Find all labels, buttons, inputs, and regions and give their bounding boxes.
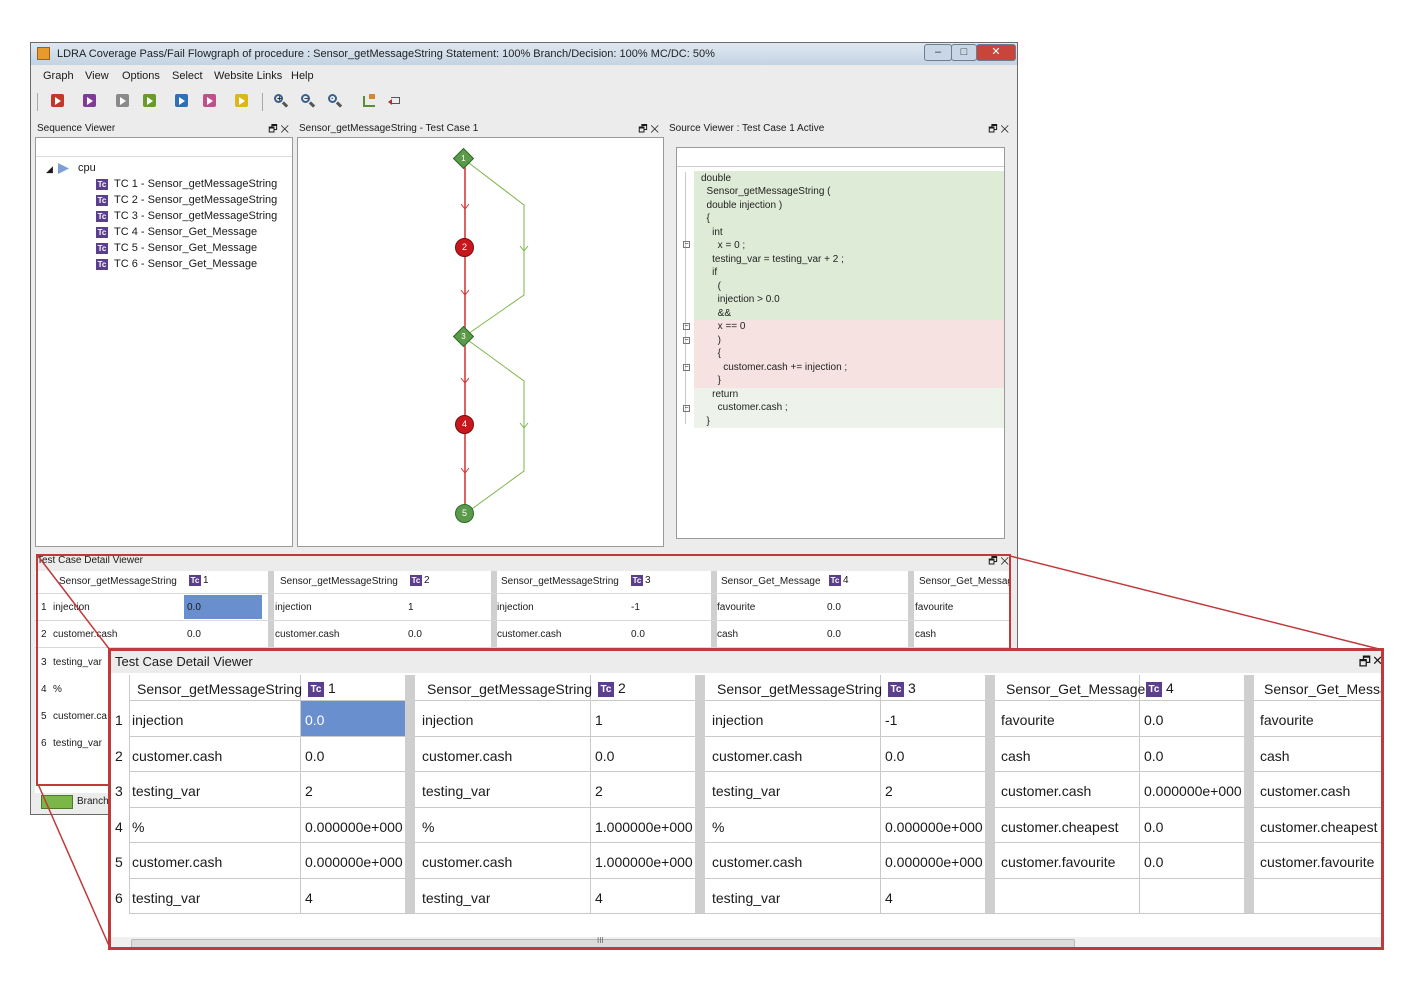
- cell[interactable]: testing_var: [422, 890, 490, 906]
- cell[interactable]: -1: [885, 712, 897, 728]
- row-number: 2: [115, 748, 123, 764]
- cell[interactable]: customer.cash: [1001, 783, 1091, 799]
- cell[interactable]: favourite: [1001, 712, 1055, 728]
- row-number: 1: [115, 712, 123, 728]
- cell[interactable]: customer.favourite: [1260, 854, 1374, 870]
- cell[interactable]: 0.0: [1144, 819, 1163, 835]
- cell[interactable]: %: [422, 819, 434, 835]
- row-number: 3: [115, 783, 123, 799]
- tc-detail-zoom: Test Case Detail Viewer 🗗 ✕ Sensor_getMe…: [108, 648, 1384, 950]
- tc-detail-header: Test Case Detail Viewer 🗗 ✕: [111, 651, 1381, 673]
- cell[interactable]: injection: [132, 712, 183, 728]
- column-header[interactable]: Sensor_getMessageString: [717, 681, 882, 697]
- cell[interactable]: %: [712, 819, 724, 835]
- cell[interactable]: customer.favourite: [1001, 854, 1115, 870]
- tc-detail-title: Test Case Detail Viewer: [115, 654, 253, 669]
- close-icon[interactable]: ✕: [1372, 653, 1381, 669]
- cell[interactable]: customer.cash: [1260, 783, 1350, 799]
- cell[interactable]: testing_var: [712, 783, 780, 799]
- cell[interactable]: cash: [1260, 748, 1290, 764]
- cell[interactable]: testing_var: [422, 783, 490, 799]
- cell[interactable]: 4: [305, 890, 313, 906]
- cell[interactable]: favourite: [1260, 712, 1314, 728]
- tc-badge: Tc 3: [888, 680, 916, 697]
- cell[interactable]: 0.000000e+000: [305, 819, 403, 835]
- cell-selected[interactable]: 0.0: [305, 712, 324, 728]
- cell[interactable]: 0.000000e+000: [1144, 783, 1242, 799]
- tc-badge: Tc 1: [308, 680, 336, 697]
- test-case-icon: Tc: [598, 681, 614, 697]
- cell[interactable]: customer.cash: [132, 854, 222, 870]
- column-header[interactable]: Sensor_Get_Messag: [1264, 681, 1381, 697]
- cell[interactable]: 2: [595, 783, 603, 799]
- horizontal-scrollbar[interactable]: III: [111, 936, 1381, 947]
- cell[interactable]: 0.0: [595, 748, 614, 764]
- cell[interactable]: customer.cash: [132, 748, 222, 764]
- column-header[interactable]: Sensor_getMessageString: [427, 681, 592, 697]
- cell[interactable]: testing_var: [132, 890, 200, 906]
- cell[interactable]: customer.cash: [712, 854, 802, 870]
- cell[interactable]: 2: [885, 783, 893, 799]
- cell[interactable]: 1.000000e+000: [595, 819, 693, 835]
- row-number: 4: [115, 819, 123, 835]
- test-case-icon: Tc: [1146, 681, 1162, 697]
- cell[interactable]: 4: [595, 890, 603, 906]
- scroll-grip: III: [597, 936, 604, 945]
- cell[interactable]: testing_var: [712, 890, 780, 906]
- cell[interactable]: injection: [712, 712, 763, 728]
- tc-badge: Tc 2: [598, 680, 626, 697]
- cell[interactable]: customer.cash: [422, 854, 512, 870]
- cell[interactable]: customer.cash: [422, 748, 512, 764]
- cell[interactable]: 4: [885, 890, 893, 906]
- cell[interactable]: 2: [305, 783, 313, 799]
- cell[interactable]: 0.000000e+000: [305, 854, 403, 870]
- cell[interactable]: 0.0: [1144, 748, 1163, 764]
- cell[interactable]: testing_var: [132, 783, 200, 799]
- column-header[interactable]: Sensor_Get_Message: [1006, 681, 1145, 697]
- restore-icon[interactable]: 🗗: [1359, 653, 1371, 675]
- tc-badge: Tc 4: [1146, 680, 1174, 697]
- row-number: 5: [115, 854, 123, 870]
- cell[interactable]: customer.cheapest: [1001, 819, 1119, 835]
- cell[interactable]: cash: [1001, 748, 1031, 764]
- test-case-icon: Tc: [888, 681, 904, 697]
- row-number: 6: [115, 890, 123, 906]
- cell[interactable]: %: [132, 819, 144, 835]
- cell[interactable]: customer.cash: [712, 748, 802, 764]
- cell[interactable]: customer.cheapest: [1260, 819, 1378, 835]
- test-case-icon: Tc: [308, 681, 324, 697]
- cell[interactable]: 0.0: [1144, 854, 1163, 870]
- cell[interactable]: 0.0: [885, 748, 904, 764]
- cell[interactable]: 0.000000e+000: [885, 854, 983, 870]
- cell[interactable]: 0.000000e+000: [885, 819, 983, 835]
- column-header[interactable]: Sensor_getMessageString: [137, 681, 302, 697]
- cell[interactable]: 1: [595, 712, 603, 728]
- cell[interactable]: 0.0: [305, 748, 324, 764]
- cell[interactable]: injection: [422, 712, 473, 728]
- cell[interactable]: 0.0: [1144, 712, 1163, 728]
- cell[interactable]: 1.000000e+000: [595, 854, 693, 870]
